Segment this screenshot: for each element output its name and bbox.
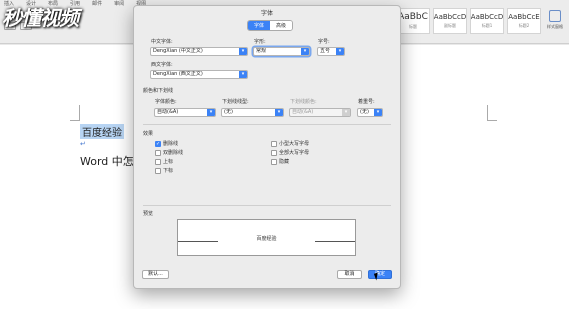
paragraph-mark: ↵ (80, 140, 86, 148)
chevron-down-icon: ▾ (336, 48, 344, 55)
emphasis-label: 着重号: (358, 99, 375, 105)
checkbox-label: 双删除线 (163, 150, 184, 156)
subscript-checkbox[interactable]: 下标 (155, 167, 173, 174)
style-card-subtitle[interactable]: AaBbCcD 副标题 (433, 8, 467, 34)
effects-section: 效果 (143, 131, 154, 137)
checkbox-label: 上标 (163, 159, 174, 165)
font-style-value: 常规 (256, 48, 267, 54)
all-caps-checkbox[interactable]: 全部大写字母 (271, 149, 309, 156)
style-sample: AaBbCcD (433, 13, 467, 21)
chevron-down-icon: ▾ (207, 109, 215, 116)
checkbox-box (155, 158, 161, 165)
strikethrough-checkbox[interactable]: ✓ 删除线 (155, 140, 178, 147)
style-name: 副标题 (444, 23, 456, 28)
checkbox-box (155, 149, 161, 156)
checkbox-box (271, 158, 277, 165)
underline-type-value: (无) (224, 109, 233, 115)
font-size-value: 五号 (320, 48, 331, 54)
font-color-value: 自动(&A) (157, 109, 179, 115)
western-font-label: 西文字体: (151, 62, 173, 68)
double-strikethrough-checkbox[interactable]: 双删除线 (155, 149, 183, 156)
chinese-font-select[interactable]: DengXian (中文正文) ▾ (150, 47, 248, 56)
chinese-font-label: 中文字体: (151, 39, 173, 45)
font-color-select[interactable]: 自动(&A) ▾ (154, 108, 216, 117)
color-underline-section: 颜色和下划线 (143, 88, 174, 94)
style-name: 标题2 (518, 23, 530, 28)
styles-pane-button[interactable]: 样式窗格 (544, 10, 566, 38)
styles-pane-icon (549, 10, 561, 22)
font-color-label: 字体颜色: (155, 99, 177, 105)
chevron-down-icon: ▾ (239, 48, 247, 55)
style-card-heading1[interactable]: AaBbCcD 标题1 (470, 8, 504, 34)
style-name: 标题 (409, 24, 417, 29)
dialog-title: 字体 (260, 10, 273, 17)
underline-color-label: 下划线颜色: (290, 99, 317, 105)
small-caps-checkbox[interactable]: 小型大写字母 (271, 140, 309, 147)
western-font-select[interactable]: DengXian (西文正文) ▾ (150, 70, 248, 79)
underline-color-value: 自动(&A) (292, 109, 314, 115)
font-size-input[interactable]: 五号 ▾ (317, 47, 345, 56)
preview-text: 百度经验 (256, 236, 277, 242)
checkbox-box (271, 149, 277, 156)
font-style-input[interactable]: 常规 ▾ (253, 47, 310, 56)
chinese-font-value: DengXian (中文正文) (153, 48, 203, 54)
checkbox-label: 全部大写字母 (279, 150, 310, 156)
dialog-tabs: 字体 高级 (247, 20, 294, 31)
check-icon: ✓ (155, 140, 161, 147)
emphasis-value: (无) (360, 109, 369, 115)
default-button[interactable]: 默认... (142, 270, 169, 279)
margin-mark-right (487, 105, 497, 121)
superscript-checkbox[interactable]: 上标 (155, 158, 173, 165)
chevron-down-icon: ▾ (374, 109, 382, 116)
margin-mark-left (70, 105, 80, 121)
cancel-button[interactable]: 取消 (337, 270, 362, 279)
checkbox-box (155, 167, 161, 174)
checkbox-label: 隐藏 (279, 159, 290, 165)
style-sample: AaBbCcE (508, 13, 540, 21)
emphasis-select[interactable]: (无) ▾ (357, 108, 383, 117)
tab-font[interactable]: 字体 (248, 21, 271, 30)
chevron-down-icon: ▾ (342, 109, 350, 116)
hidden-checkbox[interactable]: 隐藏 (271, 158, 289, 165)
checkbox-label: 删除线 (163, 141, 179, 147)
style-card-title[interactable]: AaBbC 标题 (396, 8, 430, 34)
western-font-value: DengXian (西文正文) (153, 71, 203, 77)
styles-pane-label: 样式窗格 (547, 24, 563, 29)
tab-mailings[interactable]: 邮件 (92, 0, 102, 7)
styles-gallery: AaBbC 标题 AaBbCcD 副标题 AaBbCcD 标题1 AaBbCcE… (396, 8, 541, 34)
tab-advanced[interactable]: 高级 (270, 21, 293, 30)
divider (143, 124, 391, 125)
ok-button[interactable]: 确定 (368, 270, 392, 279)
style-sample: AaBbCcD (470, 13, 504, 21)
style-card-heading2[interactable]: AaBbCcE 标题2 (507, 8, 541, 34)
font-style-label: 字形: (254, 39, 266, 45)
underline-type-label: 下划线线型: (222, 99, 249, 105)
preview-section: 预览 (143, 211, 154, 217)
underline-type-select[interactable]: (无) ▾ (221, 108, 284, 117)
chevron-down-icon: ▾ (239, 71, 247, 78)
chevron-down-icon: ▾ (301, 48, 309, 55)
preview-box: 百度经验 (177, 219, 356, 256)
style-name: 标题1 (481, 23, 493, 28)
underline-color-select: 自动(&A) ▾ (289, 108, 351, 117)
divider (143, 205, 391, 206)
font-size-label: 字号: (318, 39, 330, 45)
checkbox-box (271, 140, 277, 147)
chevron-down-icon: ▾ (275, 109, 283, 116)
style-sample: AaBbC (398, 12, 428, 22)
selected-text[interactable]: 百度经验 (80, 124, 124, 139)
watermark-logo: 秒懂视频 (2, 6, 79, 30)
tab-review[interactable]: 审阅 (114, 0, 124, 7)
checkbox-label: 小型大写字母 (279, 141, 310, 147)
checkbox-label: 下标 (163, 168, 174, 174)
